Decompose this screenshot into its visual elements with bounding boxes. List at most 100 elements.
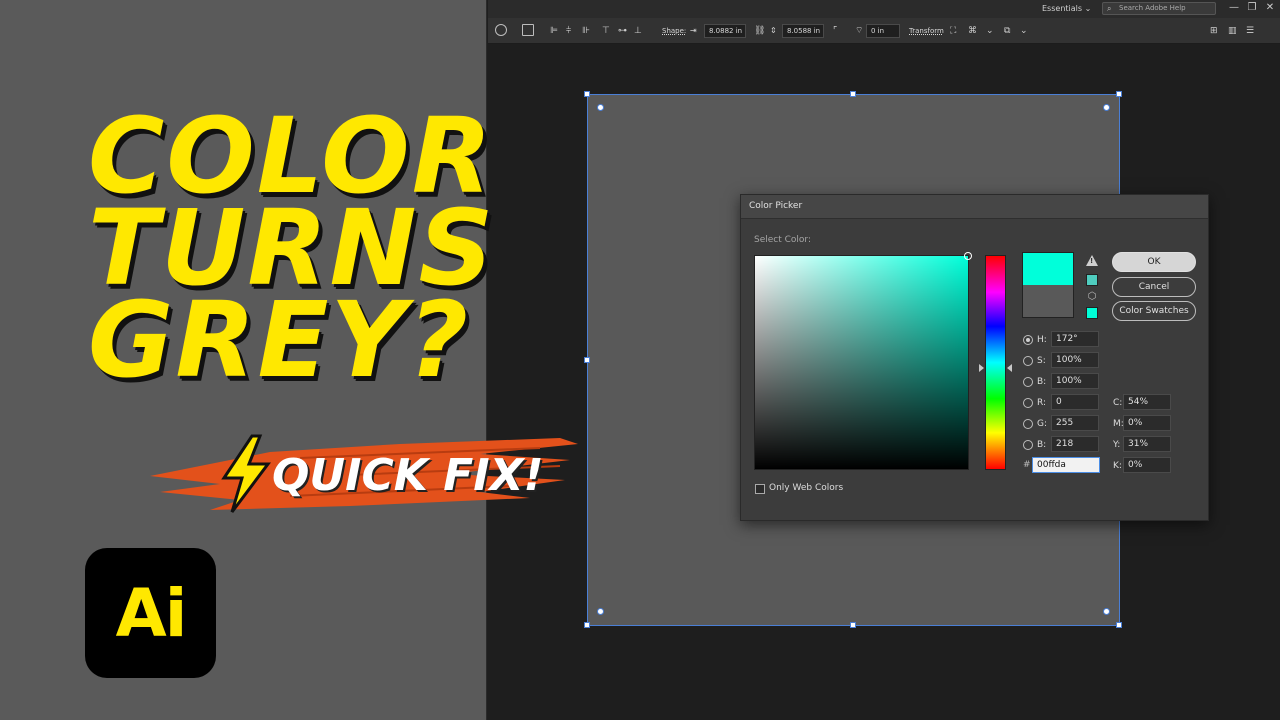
illustrator-logo-text: Ai bbox=[115, 574, 188, 652]
hue-field[interactable]: 172° bbox=[1051, 331, 1099, 347]
gamut-correction-swatch[interactable] bbox=[1086, 274, 1098, 286]
hex-label: # bbox=[1023, 460, 1031, 470]
select-color-label: Select Color: bbox=[754, 235, 811, 245]
cancel-button[interactable]: Cancel bbox=[1112, 277, 1196, 297]
hex-input[interactable]: 00ffda bbox=[1032, 457, 1100, 473]
blue-radio[interactable] bbox=[1023, 440, 1033, 450]
resize-handle[interactable] bbox=[584, 91, 590, 97]
chevron-down-icon[interactable]: ⌄ bbox=[986, 24, 994, 38]
saturation-radio[interactable] bbox=[1023, 356, 1033, 366]
resize-handle[interactable] bbox=[1116, 622, 1122, 628]
search-icon: ⌕ bbox=[1107, 4, 1112, 13]
shape-label[interactable]: Shape: bbox=[662, 24, 686, 38]
arrange-icon[interactable]: ⧉ bbox=[1004, 24, 1010, 38]
resize-handle[interactable] bbox=[584, 357, 590, 363]
dialog-title: Color Picker bbox=[749, 201, 803, 211]
magenta-field[interactable]: 0% bbox=[1123, 415, 1171, 431]
saturation-label: S: bbox=[1037, 356, 1046, 366]
corner-widget[interactable] bbox=[597, 104, 604, 111]
height-icon: ⇕ bbox=[770, 26, 777, 35]
red-radio[interactable] bbox=[1023, 398, 1033, 408]
green-label: G: bbox=[1037, 419, 1048, 429]
menu-icon[interactable]: ☰ bbox=[1246, 24, 1254, 38]
shape-options-icon[interactable]: ⌘ bbox=[968, 24, 977, 38]
resize-handle[interactable] bbox=[850, 91, 856, 97]
brightness-radio[interactable] bbox=[1023, 377, 1033, 387]
align-center-icon[interactable]: ⫩ bbox=[566, 24, 571, 38]
thumbnail-panel: COLOR TURNS GREY? QUICK FIX! Ai bbox=[0, 0, 578, 720]
recolor-icon[interactable] bbox=[495, 24, 507, 38]
height-field[interactable]: 8.0588 in bbox=[782, 24, 824, 38]
arrange-documents-icon[interactable]: ⊞ bbox=[1210, 24, 1218, 38]
chevron-down-icon: ⌄ bbox=[1084, 4, 1092, 13]
cyan-field[interactable]: 54% bbox=[1123, 394, 1171, 410]
web-safe-swatch[interactable] bbox=[1086, 307, 1098, 319]
original-color-swatch[interactable] bbox=[1022, 285, 1074, 318]
only-web-colors-label[interactable]: Only Web Colors bbox=[769, 483, 843, 493]
width-icon: ⇥ bbox=[690, 26, 697, 35]
corner-widget[interactable] bbox=[1103, 104, 1110, 111]
align-to-icon[interactable] bbox=[522, 24, 534, 38]
workspace-switcher[interactable]: Essentials ⌄ bbox=[1034, 1, 1099, 17]
headline-line-3: GREY? bbox=[88, 279, 471, 401]
lightning-icon bbox=[221, 434, 271, 513]
green-field[interactable]: 255 bbox=[1051, 415, 1099, 431]
illustrator-logo: Ai bbox=[85, 548, 216, 678]
yellow-label: Y: bbox=[1113, 440, 1121, 450]
hue-slider[interactable] bbox=[985, 255, 1006, 470]
dialog-titlebar[interactable] bbox=[741, 195, 1208, 219]
align-right-icon[interactable]: ⊪ bbox=[582, 24, 590, 38]
brightness-label: B: bbox=[1037, 377, 1047, 387]
corner-widget[interactable] bbox=[1103, 608, 1110, 615]
resize-handle[interactable] bbox=[850, 622, 856, 628]
minimize-icon[interactable]: — bbox=[1226, 1, 1242, 15]
corner-radius-field[interactable]: 0 in bbox=[866, 24, 900, 38]
transform-button[interactable]: Transform bbox=[909, 24, 944, 38]
cyan-label: C: bbox=[1113, 398, 1123, 408]
new-color-swatch bbox=[1022, 252, 1074, 285]
hue-slider-handle[interactable] bbox=[979, 364, 984, 372]
quick-fix-banner: QUICK FIX! bbox=[150, 430, 580, 520]
blue-field[interactable]: 218 bbox=[1051, 436, 1099, 452]
brightness-field[interactable]: 100% bbox=[1051, 373, 1099, 389]
ok-button[interactable]: OK bbox=[1112, 252, 1196, 272]
only-web-colors-checkbox[interactable] bbox=[755, 484, 765, 494]
red-label: R: bbox=[1037, 398, 1047, 408]
green-radio[interactable] bbox=[1023, 419, 1033, 429]
corner-widget[interactable] bbox=[597, 608, 604, 615]
color-picker-dialog: Color Picker Select Color: ! ⬡ OK Cancel… bbox=[740, 194, 1209, 521]
workspace-label: Essentials bbox=[1042, 4, 1083, 13]
blue-label: B: bbox=[1037, 440, 1047, 450]
quick-fix-text: QUICK FIX! bbox=[272, 450, 544, 501]
resize-handle[interactable] bbox=[584, 622, 590, 628]
black-field[interactable]: 0% bbox=[1123, 457, 1171, 473]
control-toolbar: ⊫ ⫩ ⊪ ⊤ ⊶ ⊥ Shape: ⇥ 8.0882 in ⛓ ⇕ 8.058… bbox=[488, 18, 1280, 44]
black-label: K: bbox=[1113, 461, 1122, 471]
color-swatches-button[interactable]: Color Swatches bbox=[1112, 301, 1196, 321]
hue-slider-handle[interactable] bbox=[1007, 364, 1012, 372]
search-help-input[interactable]: ⌕ Search Adobe Help bbox=[1102, 2, 1216, 15]
saturation-brightness-field[interactable] bbox=[754, 252, 972, 470]
isolate-icon[interactable]: ⛶ bbox=[950, 24, 956, 38]
close-icon[interactable]: ✕ bbox=[1262, 1, 1278, 15]
color-cursor[interactable] bbox=[964, 252, 972, 260]
restore-icon[interactable]: ❐ bbox=[1244, 1, 1260, 15]
chevron-down-icon[interactable]: ⌄ bbox=[1020, 24, 1028, 38]
saturation-field[interactable]: 100% bbox=[1051, 352, 1099, 368]
panels-icon[interactable]: ▥ bbox=[1228, 24, 1237, 38]
web-safe-cube-icon[interactable]: ⬡ bbox=[1086, 291, 1098, 303]
align-bottom-icon[interactable]: ⊥ bbox=[634, 24, 642, 38]
constrain-link-icon[interactable]: ⛓ bbox=[754, 24, 765, 38]
align-middle-icon[interactable]: ⊶ bbox=[618, 24, 627, 38]
app-menubar: Essentials ⌄ ⌕ Search Adobe Help — ❐ ✕ bbox=[488, 0, 1280, 18]
search-placeholder: Search Adobe Help bbox=[1119, 4, 1186, 12]
align-top-icon[interactable]: ⊤ bbox=[602, 24, 610, 38]
hue-radio[interactable] bbox=[1023, 335, 1033, 345]
yellow-field[interactable]: 31% bbox=[1123, 436, 1171, 452]
corner-type-icon[interactable]: ⌜ bbox=[833, 24, 837, 38]
resize-handle[interactable] bbox=[1116, 91, 1122, 97]
width-field[interactable]: 8.0882 in bbox=[704, 24, 746, 38]
red-field[interactable]: 0 bbox=[1051, 394, 1099, 410]
corner-radius-icon: ⌔ bbox=[855, 26, 864, 36]
align-left-icon[interactable]: ⊫ bbox=[550, 24, 558, 38]
